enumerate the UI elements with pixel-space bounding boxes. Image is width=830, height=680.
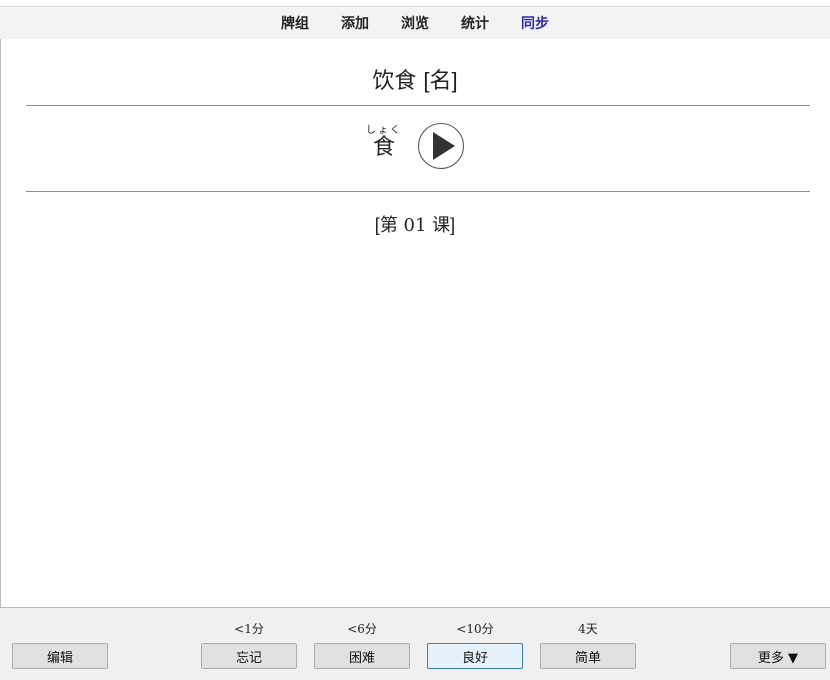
- divider-bottom: [26, 191, 810, 192]
- front-word: 饮食: [372, 69, 417, 94]
- play-audio-button[interactable]: [418, 123, 464, 169]
- furigana: しょく: [366, 125, 402, 136]
- again-interval: <1分: [234, 622, 264, 636]
- reading-row: 食しょく: [0, 117, 830, 169]
- more-button[interactable]: 更多 ▼: [730, 643, 826, 669]
- hard-button[interactable]: 困难: [314, 643, 410, 669]
- toolbar-stats-link[interactable]: 统计: [445, 13, 505, 33]
- again-button[interactable]: 忘记: [201, 643, 297, 669]
- toolbar-add-link[interactable]: 添加: [325, 13, 385, 33]
- toolbar-sync-link[interactable]: 同步: [505, 13, 565, 33]
- lesson-text: 第 01 课: [379, 215, 451, 236]
- easy-button[interactable]: 简单: [540, 643, 636, 669]
- kanji-with-furigana: 食しょく: [366, 125, 402, 161]
- good-button[interactable]: 良好: [427, 643, 523, 669]
- divider-top: [26, 105, 810, 106]
- easy-interval: 4天: [578, 622, 598, 636]
- review-bottom-bar: 编辑 <1分 忘记 <6分 困难 <10分 良好 4天 简单 更多 ▼: [0, 607, 830, 680]
- edit-button[interactable]: 编辑: [12, 643, 108, 669]
- kanji: 食: [366, 135, 402, 160]
- hard-interval: <6分: [347, 622, 377, 636]
- play-icon: [433, 132, 455, 160]
- good-interval: <10分: [456, 622, 494, 636]
- window-top-strip: [0, 0, 830, 7]
- lesson-label: [第 01 课]: [0, 211, 830, 237]
- toolbar-browse-link[interactable]: 浏览: [385, 13, 445, 33]
- card-front: 饮食 [名]: [0, 63, 830, 95]
- lesson-close-bracket: ]: [450, 215, 456, 235]
- main-toolbar: 牌组 添加 浏览 统计 同步: [0, 7, 830, 39]
- part-of-speech-tag: [名]: [423, 68, 458, 93]
- toolbar-decks-link[interactable]: 牌组: [265, 13, 325, 33]
- card-area: 饮食 [名] 食しょく [第 01 课]: [0, 39, 830, 607]
